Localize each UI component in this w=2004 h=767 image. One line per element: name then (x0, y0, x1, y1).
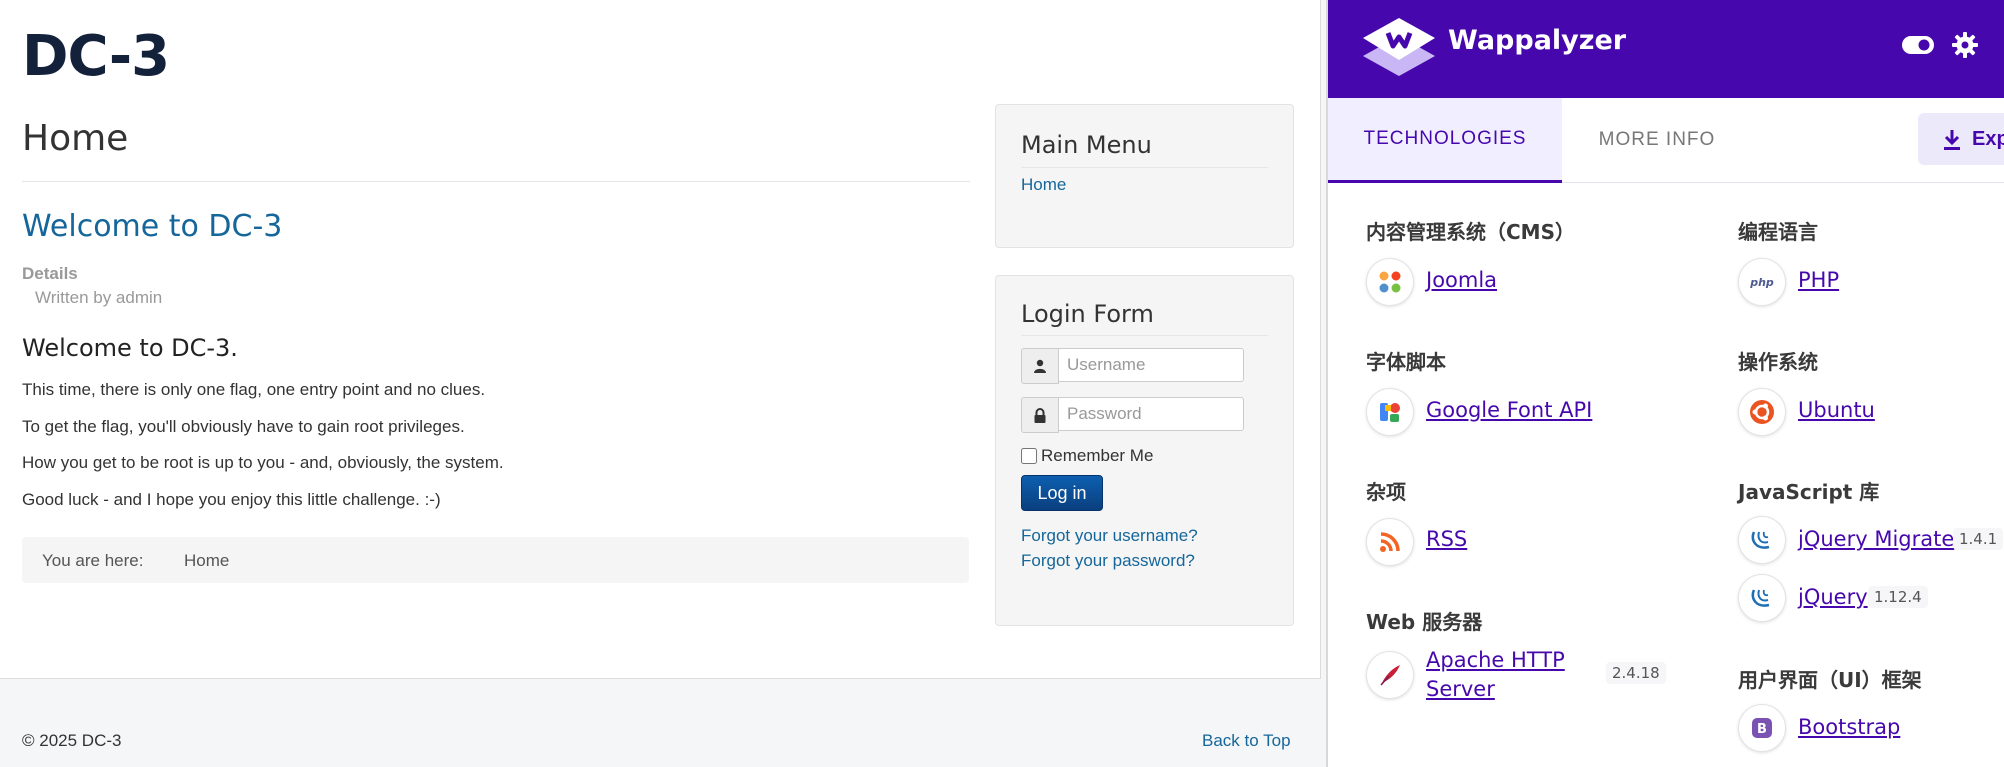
remember-me[interactable]: Remember Me (1021, 446, 1153, 466)
tech-joomla-link[interactable]: Joomla (1426, 268, 1497, 292)
jquery-icon (1738, 574, 1786, 622)
login-form-module: Login Form Remember Me Log in Forgot you… (995, 275, 1294, 626)
category-ui-frameworks: 用户界面（UI）框架 (1738, 668, 1922, 692)
tech-rss-link[interactable]: RSS (1426, 527, 1467, 551)
category-web-server: Web 服务器 (1366, 610, 1483, 634)
forgot-username-link[interactable]: Forgot your username? (1021, 526, 1198, 546)
tech-version-badge: 1.12.4 (1868, 586, 1928, 608)
module-divider (1021, 167, 1268, 168)
tech-bootstrap-link[interactable]: Bootstrap (1798, 715, 1900, 739)
footer-copyright: © 2025 DC-3 (22, 731, 122, 750)
author-line: Written by admin (35, 288, 163, 307)
tab-more-info[interactable]: MORE INFO (1562, 98, 1752, 182)
wappalyzer-logo-icon (1361, 16, 1437, 83)
breadcrumb-current: Home (184, 551, 230, 570)
article-paragraph: How you get to be root is up to you - an… (22, 453, 504, 472)
username-group (1021, 348, 1254, 384)
download-icon (1944, 130, 1960, 150)
password-group (1021, 397, 1254, 433)
wappalyzer-header: Wappalyzer (1328, 0, 2004, 98)
back-to-top-link[interactable]: Back to Top (1202, 731, 1291, 751)
breadcrumb-label: You are here: (42, 551, 144, 570)
remember-me-label: Remember Me (1041, 446, 1154, 465)
svg-text:php: php (1749, 276, 1774, 289)
php-icon: php (1738, 258, 1786, 306)
export-button[interactable]: Exp (1918, 113, 2004, 165)
category-misc: 杂项 (1366, 480, 1406, 504)
wappalyzer-brand: Wappalyzer (1448, 25, 1627, 56)
tech-jquery-link[interactable]: jQuery (1798, 585, 1868, 609)
tech-google-font-api-link[interactable]: Google Font API (1426, 398, 1592, 422)
password-input[interactable] (1058, 397, 1244, 431)
category-font-scripts: 字体脚本 (1366, 350, 1446, 374)
jquery-icon (1738, 516, 1786, 564)
user-icon (1021, 348, 1059, 384)
google-font-icon (1366, 388, 1414, 436)
article-paragraph: This time, there is only one flag, one e… (22, 380, 486, 399)
intro-heading: Welcome to DC-3. (22, 334, 238, 362)
menu-item-home[interactable]: Home (1021, 175, 1066, 195)
tech-ubuntu-link[interactable]: Ubuntu (1798, 398, 1875, 422)
tech-php-link[interactable]: PHP (1798, 268, 1839, 292)
username-input[interactable] (1058, 348, 1244, 382)
site-title[interactable]: DC-3 (22, 24, 170, 89)
article-paragraph: To get the flag, you'll obviously have t… (22, 417, 465, 436)
remember-me-checkbox[interactable] (1021, 448, 1037, 464)
tab-technologies[interactable]: TECHNOLOGIES (1328, 98, 1562, 183)
module-divider (1021, 335, 1268, 336)
tech-version-badge: 1.4.1 (1953, 528, 2004, 550)
main-menu-module: Main Menu Home (995, 104, 1294, 248)
heading-divider (22, 181, 970, 182)
main-menu-title: Main Menu (1021, 131, 1152, 159)
ubuntu-icon (1738, 388, 1786, 436)
tech-version-badge: 2.4.18 (1606, 662, 1666, 684)
page-heading: Home (22, 118, 129, 159)
tech-apache-link[interactable]: Apache HTTP Server (1426, 646, 1565, 704)
article-paragraph: Good luck - and I hope you enjoy this li… (22, 490, 441, 509)
tech-jquery-migrate-link[interactable]: jQuery Migrate (1798, 527, 1954, 551)
apache-feather-icon (1366, 651, 1414, 699)
breadcrumb: You are here: Home (22, 537, 969, 583)
export-label: Exp (1972, 128, 2004, 150)
wappalyzer-tabs: TECHNOLOGIES MORE INFO (1328, 98, 2004, 183)
gear-icon[interactable] (1952, 32, 1978, 63)
article-title[interactable]: Welcome to DC-3 (22, 209, 282, 244)
category-operating-system: 操作系统 (1738, 350, 1818, 374)
joomla-icon (1366, 258, 1414, 306)
lock-icon (1021, 397, 1059, 433)
category-cms: 内容管理系统（CMS） (1366, 220, 1575, 244)
category-programming-language: 编程语言 (1738, 220, 1818, 244)
tech-apache-name-line1: Apache HTTP (1426, 648, 1565, 672)
joomla-site: DC-3 Home Welcome to DC-3 Details Writte… (0, 0, 1321, 679)
login-form-title: Login Form (1021, 300, 1154, 328)
rss-icon (1366, 518, 1414, 566)
toggle-icon[interactable] (1902, 36, 1934, 59)
wappalyzer-panel: Wappalyzer TECHNOLOGIES MORE INFO Ex 内容管… (1326, 0, 2004, 767)
tech-apache-name-line2: Server (1426, 677, 1495, 701)
details-label: Details (22, 264, 78, 283)
svg-text:B: B (1757, 722, 1767, 737)
forgot-password-link[interactable]: Forgot your password? (1021, 551, 1195, 571)
login-button[interactable]: Log in (1021, 475, 1103, 511)
category-javascript-libraries: JavaScript 库 (1738, 480, 1880, 504)
bootstrap-icon: B (1738, 704, 1786, 752)
